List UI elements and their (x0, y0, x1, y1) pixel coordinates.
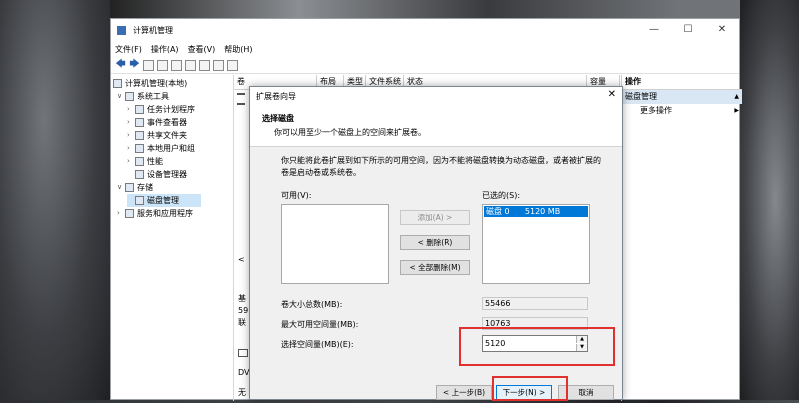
actions-pane: 操作 磁盘管理 ▲ 更多操作 ▶ (621, 75, 742, 401)
actions-header: 操作 (622, 75, 742, 90)
desktop-background-right (740, 0, 799, 400)
tree-item-services[interactable]: › 服务和应用程序 (117, 207, 193, 220)
back-arrow-icon[interactable]: 🡄 (115, 59, 126, 71)
highlight-box-next (492, 376, 568, 401)
performance-icon (135, 157, 144, 166)
wizard-close-button[interactable]: ✕ (608, 89, 616, 100)
tree-item-device-manager[interactable]: 设备管理器 (127, 168, 187, 181)
menu-file[interactable]: 文件(F) (115, 44, 142, 55)
minimize-button[interactable]: — (637, 19, 671, 41)
remove-all-button[interactable]: < 全部删除(M) (400, 260, 470, 275)
computer-icon (113, 79, 122, 88)
add-button[interactable]: 添加(A) > (400, 210, 470, 225)
submenu-arrow-icon: ▶ (734, 107, 739, 114)
tree-item-local-users[interactable]: › 本地用户和组 (127, 142, 195, 155)
device-icon (135, 170, 144, 179)
up-folder-icon[interactable] (143, 59, 154, 71)
view-icon[interactable] (227, 59, 238, 71)
show-hide-tree-icon[interactable] (157, 59, 168, 71)
menu-bar: 文件(F) 操作(A) 查看(V) 帮助(H) (111, 41, 739, 57)
menu-help[interactable]: 帮助(H) (224, 44, 252, 55)
actions-section-disk-management[interactable]: 磁盘管理 ▲ (622, 90, 742, 104)
more-actions-item[interactable]: 更多操作 ▶ (622, 104, 742, 118)
wizard-subheading: 你可以用至少一个磁盘上的空间来扩展卷。 (274, 128, 426, 137)
max-space-label: 最大可用空间量(MB): (281, 320, 359, 329)
scroll-left-arrow[interactable]: < (238, 255, 245, 264)
available-label: 可用(V): (281, 191, 312, 200)
tree-item-disk-management[interactable]: 磁盘管理 (127, 194, 201, 207)
clock-icon (135, 105, 144, 114)
event-icon (135, 118, 144, 127)
disk-icon[interactable] (199, 59, 210, 71)
expand-icon[interactable]: › (127, 129, 135, 142)
services-icon (125, 209, 134, 218)
users-icon (135, 144, 144, 153)
desktop-background-top (110, 0, 740, 18)
disk-info-fragment: 基 59 联 (238, 294, 249, 327)
volume-row-icon (237, 103, 245, 105)
folder-icon (135, 131, 144, 140)
selected-label: 已选的(S): (482, 191, 521, 200)
menu-action[interactable]: 操作(A) (151, 44, 179, 55)
extend-volume-wizard: 扩展卷向导 ✕ 选择磁盘 你可以用至少一个磁盘上的空间来扩展卷。 你只能将此卷扩… (249, 86, 623, 401)
available-disks-list[interactable] (281, 204, 389, 284)
window-controls: — ☐ ✕ (637, 19, 739, 41)
collapse-icon[interactable]: ∨ (117, 90, 125, 103)
back-button[interactable]: < 上一步(B) (436, 385, 492, 400)
app-icon (117, 25, 126, 35)
dvd-drive-icon (238, 349, 248, 357)
total-size-field: 55466 (482, 297, 588, 310)
expand-icon[interactable]: › (117, 207, 125, 220)
forward-arrow-icon[interactable]: 🡆 (129, 59, 140, 71)
properties-icon[interactable] (185, 59, 196, 71)
tree-item-storage[interactable]: ∨ 存储 (117, 181, 153, 194)
collapse-up-icon: ▲ (734, 93, 739, 100)
wizard-description: 你只能将此卷扩展到如下所示的可用空间，因为不能将磁盘转换为动态磁盘，或者被扩展的… (281, 156, 601, 177)
tree-item-event-viewer[interactable]: › 事件查看器 (127, 116, 187, 129)
volume-row-icon (237, 93, 245, 95)
menu-view[interactable]: 查看(V) (188, 44, 216, 55)
expand-icon[interactable]: › (127, 155, 135, 168)
desktop-background-left (0, 0, 110, 400)
wizard-titlebar: 扩展卷向导 (250, 87, 622, 105)
help-icon[interactable] (171, 59, 182, 71)
window-title: 计算机管理 (133, 25, 173, 35)
highlight-box-space (459, 327, 615, 366)
dvd-info-fragment: DV 无 (238, 368, 250, 397)
check-icon[interactable] (213, 59, 224, 71)
tree-item-root[interactable]: 计算机管理(本地) (113, 77, 187, 90)
close-button[interactable]: ✕ (705, 19, 739, 41)
tree-item-system-tools[interactable]: ∨ 系统工具 (117, 90, 169, 103)
collapse-icon[interactable]: ∨ (117, 181, 125, 194)
navigation-tree: 计算机管理(本地) ∨ 系统工具 › 任务计划程序 › 事件查看器 › 共享文件夹 › 本… (111, 75, 234, 401)
selected-disk-item[interactable]: 磁盘 0 5120 MB (484, 206, 588, 217)
tools-icon (125, 92, 134, 101)
disk-management-icon (135, 196, 144, 205)
expand-icon[interactable]: › (127, 103, 135, 116)
select-space-label: 选择空间量(MB)(E): (281, 340, 354, 349)
tree-item-task-scheduler[interactable]: › 任务计划程序 (127, 103, 195, 116)
toolbar: 🡄 🡆 (111, 57, 739, 74)
wizard-heading: 选择磁盘 (262, 114, 294, 123)
remove-button[interactable]: < 删除(R) (400, 235, 470, 250)
maximize-button[interactable]: ☐ (671, 19, 705, 41)
wizard-title: 扩展卷向导 (256, 91, 296, 101)
storage-icon (125, 183, 134, 192)
selected-disks-list[interactable]: 磁盘 0 5120 MB (482, 204, 590, 284)
tree-item-performance[interactable]: › 性能 (127, 155, 163, 168)
expand-icon[interactable]: › (127, 142, 135, 155)
total-size-label: 卷大小总数(MB): (281, 300, 343, 309)
wizard-header: 选择磁盘 你可以用至少一个磁盘上的空间来扩展卷。 (250, 105, 622, 147)
expand-icon[interactable]: › (127, 116, 135, 129)
tree-item-shared-folders[interactable]: › 共享文件夹 (127, 129, 187, 142)
